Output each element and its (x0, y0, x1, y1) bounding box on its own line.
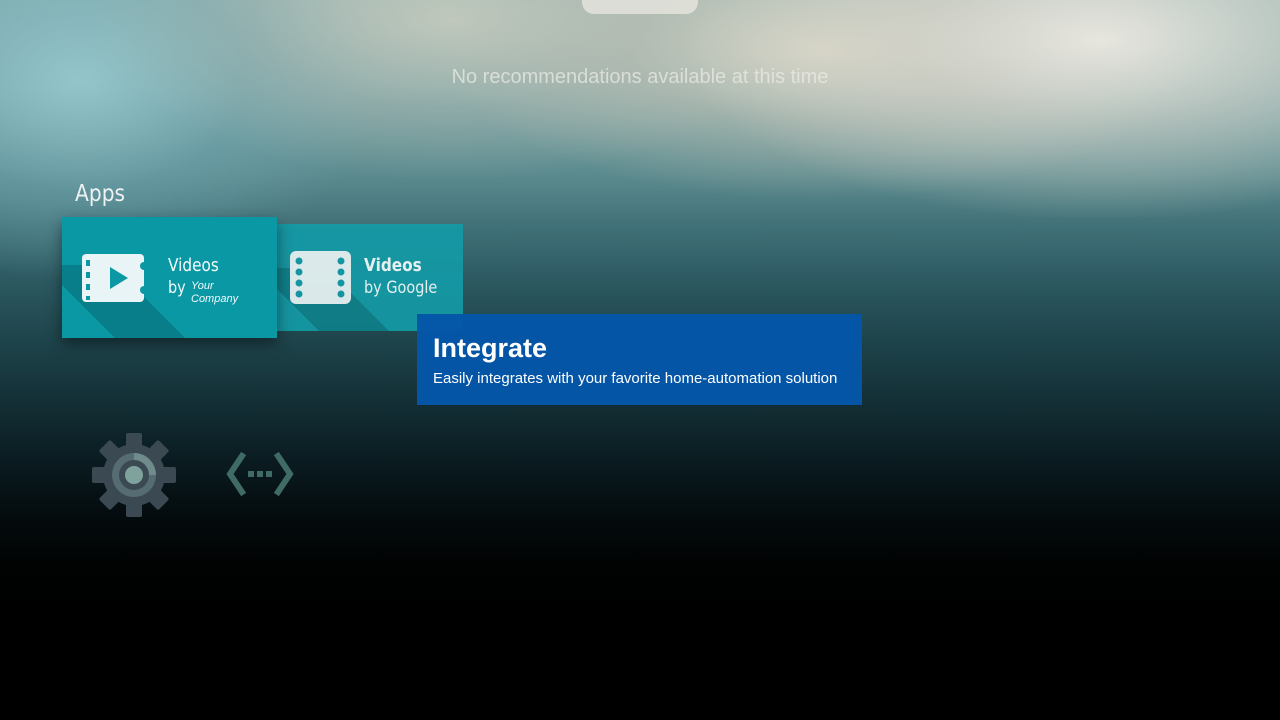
tile-subtitle-by: by (168, 278, 186, 298)
tile-title: Videos (168, 255, 219, 276)
tooltip-title: Integrate (433, 333, 548, 363)
film-strip-icon (290, 251, 351, 304)
video-play-ticket-icon (82, 254, 146, 302)
settings-gear-icon (92, 433, 176, 517)
search-orb-handle[interactable] (582, 0, 698, 14)
feature-tooltip: Integrate Easily integrates with your fa… (417, 314, 862, 405)
tv-home-screen: No recommendations available at this tim… (0, 0, 1280, 720)
app-tile-videos-your-company[interactable]: Videos by Your Company (62, 217, 277, 338)
tile-subtitle: by Google (364, 278, 438, 298)
tile-title: Videos (364, 255, 422, 276)
network-connection-icon (226, 451, 294, 497)
tooltip-description: Easily integrates with your favorite hom… (433, 370, 838, 387)
network-button[interactable] (226, 451, 294, 497)
no-recommendations-message: No recommendations available at this tim… (451, 66, 829, 88)
settings-button[interactable] (90, 432, 178, 518)
tile-subtitle-company: Your Company (191, 280, 239, 305)
apps-row-title: Apps (75, 181, 126, 207)
